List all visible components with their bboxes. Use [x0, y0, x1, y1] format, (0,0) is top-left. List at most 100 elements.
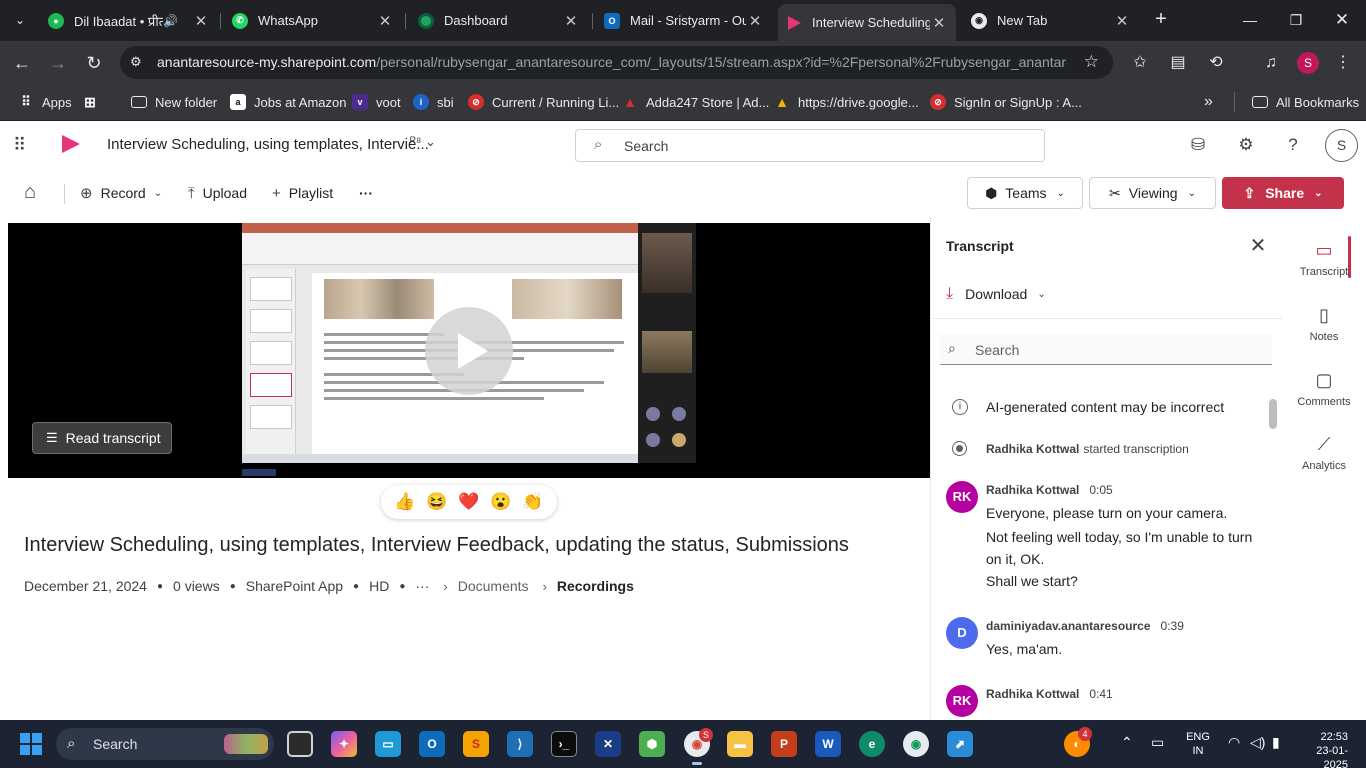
- download-button[interactable]: ⤓ Download ⌄: [946, 284, 1046, 304]
- site-info-icon[interactable]: ⚙: [130, 54, 148, 72]
- applause-reaction[interactable]: 👏: [522, 492, 543, 512]
- bookmark-apps[interactable]: ⠿ Apps: [18, 92, 71, 112]
- reading-list-icon[interactable]: ▤: [1166, 51, 1190, 75]
- remote-desktop-icon[interactable]: ⬈: [947, 731, 973, 757]
- word-icon[interactable]: W: [815, 731, 841, 757]
- bookmark-drive[interactable]: ▲ https://drive.google...: [774, 92, 919, 112]
- minimize-icon[interactable]: —: [1230, 8, 1270, 32]
- favorites-icon[interactable]: ✩: [1128, 51, 1152, 75]
- sharing-status-icon[interactable]: ᴿ⁸ ⌄: [410, 134, 436, 150]
- tray-app-icon[interactable]: ▭: [1151, 734, 1164, 751]
- powerpoint-icon[interactable]: P: [771, 731, 797, 757]
- more-bookmarks-icon[interactable]: »: [1204, 92, 1213, 112]
- windows-start-icon[interactable]: [20, 733, 42, 755]
- play-button[interactable]: [425, 307, 513, 395]
- rail-analytics[interactable]: ⟋ Analytics: [1296, 432, 1352, 472]
- reload-icon[interactable]: ↻: [81, 50, 107, 76]
- transcript-scrollbar[interactable]: [1269, 399, 1277, 429]
- wifi-icon[interactable]: ◠: [1228, 734, 1240, 751]
- bookmark-grid[interactable]: ⊞: [82, 92, 106, 112]
- taskbar-search[interactable]: ⌕ Search: [56, 728, 274, 760]
- address-bar[interactable]: ⚙ anantaresource-my.sharepoint.com/perso…: [120, 46, 1113, 79]
- history-icon[interactable]: ⟲: [1204, 51, 1228, 75]
- thumbs-up-reaction[interactable]: 👍: [394, 492, 415, 512]
- bookmark-amazon[interactable]: a Jobs at Amazon: [230, 92, 347, 112]
- bookmark-sbi[interactable]: i sbi: [413, 92, 454, 112]
- battery-icon[interactable]: ▮: [1272, 734, 1280, 751]
- transcript-search-input[interactable]: ⌕ Search: [940, 334, 1272, 365]
- node-icon[interactable]: ⬢: [639, 731, 665, 757]
- search-input[interactable]: ⌕ Search: [575, 129, 1045, 162]
- system-clock[interactable]: 22:53 23-01-2025: [1300, 730, 1348, 772]
- viewing-mode-button[interactable]: ✂ Viewing ⌄: [1089, 177, 1216, 209]
- tab-new-tab[interactable]: ◉ New Tab ✕: [963, 6, 1139, 35]
- edge-icon[interactable]: e: [859, 731, 885, 757]
- help-icon[interactable]: ?: [1281, 133, 1305, 157]
- chevron-up-icon[interactable]: ⌃: [1121, 734, 1133, 751]
- new-tab-button[interactable]: +: [1150, 9, 1172, 31]
- close-tab-icon[interactable]: ✕: [376, 12, 394, 30]
- heart-reaction[interactable]: ❤️: [458, 492, 479, 512]
- page-title[interactable]: Interview Scheduling, using templates, I…: [107, 136, 429, 153]
- teams-button[interactable]: ⬢ Teams ⌄: [967, 177, 1083, 209]
- share-button[interactable]: ⇪ Share ⌄: [1222, 177, 1344, 209]
- bookmark-voot[interactable]: v voot: [352, 92, 401, 112]
- tab-outlook[interactable]: O Mail - Sristyarm - Out ✕: [596, 6, 772, 35]
- close-tab-icon[interactable]: ✕: [562, 12, 580, 30]
- tab-spotify[interactable]: ● Dil Ibaadat • प्रीत 🔊 ✕: [40, 6, 218, 35]
- transcript-entry[interactable]: RK Radhika Kottwal 0:05 Everyone, please …: [946, 481, 1276, 601]
- tab-stream-active[interactable]: Interview Scheduling, ✕: [778, 4, 956, 41]
- timestamp[interactable]: 0:39: [1161, 619, 1184, 633]
- transcript-entry[interactable]: RK Radhika Kottwal 0:41: [946, 685, 1276, 720]
- rail-transcript[interactable]: ▭ Transcript: [1296, 238, 1352, 278]
- vscode-icon[interactable]: ⟩: [507, 731, 533, 757]
- network-app-icon[interactable]: ✕: [595, 731, 621, 757]
- url-text[interactable]: anantaresource-my.sharepoint.com/persona…: [157, 54, 1067, 70]
- laugh-reaction[interactable]: 😆: [426, 492, 447, 512]
- menu-kebab-icon[interactable]: ⋮: [1331, 51, 1355, 75]
- upload-button[interactable]: ⤒ Upload: [188, 183, 247, 203]
- outlook-icon[interactable]: O: [419, 731, 445, 757]
- close-icon[interactable]: ✕: [1248, 236, 1268, 256]
- volume-icon[interactable]: ◁): [1250, 734, 1265, 751]
- close-tab-icon[interactable]: ✕: [192, 12, 210, 30]
- file-explorer-icon[interactable]: ▬: [727, 731, 753, 757]
- playlist-button[interactable]: + Playlist: [272, 183, 333, 203]
- media-control-icon[interactable]: ♫: [1259, 51, 1283, 75]
- close-window-icon[interactable]: ✕: [1322, 8, 1362, 32]
- breadcrumb-recordings[interactable]: Recordings: [557, 578, 634, 594]
- forward-icon[interactable]: →: [45, 50, 71, 76]
- timestamp[interactable]: 0:05: [1089, 483, 1112, 497]
- video-player[interactable]: ☰ Read transcript: [8, 223, 930, 478]
- bookmark-adda247[interactable]: ▲ Adda247 Store | Ad...: [622, 92, 769, 112]
- close-tab-icon[interactable]: ✕: [746, 12, 764, 30]
- task-view-icon[interactable]: [287, 731, 313, 757]
- rail-notes[interactable]: ▯ Notes: [1296, 303, 1352, 343]
- bookmark-star-icon[interactable]: ☆: [1084, 52, 1099, 72]
- bookmark-signin[interactable]: ⊘ SignIn or SignUp : A...: [930, 92, 1082, 112]
- timestamp[interactable]: 0:41: [1089, 687, 1112, 701]
- breadcrumb-documents[interactable]: Documents: [458, 578, 529, 594]
- profile-avatar[interactable]: S: [1297, 52, 1319, 74]
- feedback-icon[interactable]: ⛁: [1186, 133, 1210, 157]
- terminal-icon[interactable]: ›_: [551, 731, 577, 757]
- more-commands-button[interactable]: ···: [359, 183, 373, 203]
- avatar[interactable]: S: [1325, 129, 1358, 162]
- read-transcript-button[interactable]: ☰ Read transcript: [32, 422, 172, 454]
- close-tab-icon[interactable]: ✕: [1113, 12, 1131, 30]
- language-indicator[interactable]: ENG IN: [1185, 730, 1211, 758]
- chrome-alt-icon[interactable]: ◉: [903, 731, 929, 757]
- bookmark-new-folder[interactable]: New folder: [131, 92, 217, 112]
- more-breadcrumb-button[interactable]: ···: [415, 578, 429, 594]
- rail-comments[interactable]: ▢ Comments: [1296, 368, 1352, 408]
- transcript-entry[interactable]: D daminiyadav.anantaresource 0:39 Yes, ma…: [946, 617, 1276, 667]
- tab-search-button[interactable]: ⌄: [8, 8, 32, 32]
- gear-icon[interactable]: ⚙: [1234, 133, 1258, 157]
- app-launcher-icon[interactable]: ⠿: [13, 135, 33, 155]
- restore-icon[interactable]: ❐: [1276, 8, 1316, 32]
- speaker-icon[interactable]: 🔊: [163, 14, 178, 28]
- home-icon[interactable]: ⌂: [24, 181, 48, 205]
- close-tab-icon[interactable]: ✕: [930, 14, 948, 32]
- monitor-app-icon[interactable]: ▭: [375, 731, 401, 757]
- tab-dashboard[interactable]: Dashboard ✕: [410, 6, 588, 35]
